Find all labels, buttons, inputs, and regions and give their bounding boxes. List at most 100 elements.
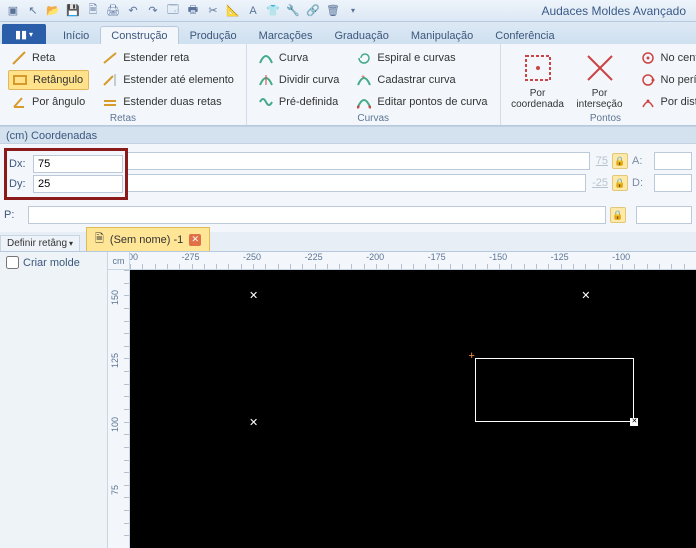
- line-icon: [12, 51, 26, 65]
- ruler-v-tick: 100: [110, 417, 120, 432]
- extend-to-icon: [103, 73, 117, 87]
- cmd-curva-label: Curva: [279, 52, 308, 64]
- canvas-rectangle[interactable]: [475, 358, 635, 421]
- redo-icon[interactable]: ↷: [144, 2, 162, 20]
- new-icon[interactable]: 🗎: [84, 2, 102, 20]
- canvas-marker[interactable]: ✕: [581, 289, 590, 303]
- cmd-estender-ate[interactable]: Estender até elemento: [99, 70, 238, 90]
- tab-inicio[interactable]: Início: [52, 26, 100, 44]
- coord-highlight-box: Dx: Dy:: [4, 148, 128, 200]
- open-icon[interactable]: 📂: [44, 2, 62, 20]
- distance-icon: [641, 95, 655, 109]
- tab-producao[interactable]: Produção: [179, 26, 248, 44]
- undo-icon[interactable]: ↶: [124, 2, 142, 20]
- angle-icon: [12, 95, 26, 109]
- rectangle-icon: [13, 73, 27, 87]
- print-icon[interactable]: 🖨: [104, 2, 122, 20]
- no-cent-label: No cent: [661, 52, 696, 64]
- ruler-icon[interactable]: 📐: [224, 2, 242, 20]
- cmd-editar[interactable]: Editar pontos de curva: [353, 92, 491, 112]
- ruler-h-tick: -125: [551, 252, 569, 262]
- d-label: D:: [632, 177, 650, 189]
- cmd-no-peri[interactable]: No perí: [637, 70, 696, 90]
- tab-graduacao[interactable]: Graduação: [323, 26, 399, 44]
- cmd-porangulo-label: Por ângulo: [32, 96, 85, 108]
- group-retas-label: Retas: [0, 113, 246, 124]
- cmd-espiral[interactable]: Espiral e curvas: [353, 48, 491, 68]
- document-tab-label: (Sem nome) -1: [110, 234, 183, 246]
- cmd-retangulo[interactable]: Retângulo: [8, 70, 89, 90]
- tshirt-icon[interactable]: 👕: [264, 2, 282, 20]
- criar-molde-checkbox[interactable]: [6, 256, 19, 269]
- file-tab[interactable]: ▮▮▾: [2, 24, 46, 44]
- cmd-no-cent[interactable]: No cent: [637, 48, 696, 68]
- dropdown-icon[interactable]: ▾: [344, 2, 362, 20]
- criar-molde-option[interactable]: Criar molde: [6, 256, 101, 269]
- dx-ghost: 75: [596, 155, 608, 167]
- perimeter-icon: [641, 73, 655, 87]
- cmd-estender-reta-label: Estender reta: [123, 52, 189, 64]
- tool-icon[interactable]: 🔧: [284, 2, 302, 20]
- cut-icon[interactable]: ✂: [204, 2, 222, 20]
- intersect-icon: [584, 52, 616, 84]
- cmd-reta-label: Reta: [32, 52, 55, 64]
- dx-lock-icon[interactable]: 🔒: [612, 153, 628, 169]
- cmd-cadastrar[interactable]: + Cadastrar curva: [353, 70, 491, 90]
- arrow-icon[interactable]: ↖: [24, 2, 42, 20]
- save-icon[interactable]: 💾: [64, 2, 82, 20]
- ruler-h-tick: -225: [305, 252, 323, 262]
- close-icon[interactable]: ✕: [189, 234, 201, 246]
- app-title: Audaces Moldes Avançado: [541, 4, 692, 18]
- ribbon-body: Reta Retângulo Por ângulo Estender reta …: [0, 44, 696, 126]
- document-tab[interactable]: 🗎 (Sem nome) -1 ✕: [86, 227, 210, 251]
- cmd-retangulo-label: Retângulo: [33, 74, 83, 86]
- tab-conferencia[interactable]: Conferência: [484, 26, 565, 44]
- cmd-predef-label: Pré-definida: [279, 96, 338, 108]
- por-inter-label: Por interseção: [571, 88, 629, 110]
- cmd-porangulo[interactable]: Por ângulo: [8, 92, 89, 112]
- cmd-estender-duas[interactable]: Estender duas retas: [99, 92, 238, 112]
- curve-icon: [259, 51, 273, 65]
- dy-lock-icon[interactable]: 🔒: [612, 175, 628, 191]
- coord-icon: [522, 52, 554, 84]
- p-input[interactable]: [28, 206, 606, 224]
- resize-handle[interactable]: [630, 418, 638, 426]
- cmd-por-intersecao[interactable]: Por interseção: [571, 48, 629, 110]
- canvas-marker[interactable]: ✕: [249, 289, 258, 303]
- doc-icon: 🗎: [95, 230, 104, 249]
- tab-marcacoes[interactable]: Marcações: [248, 26, 324, 44]
- cmd-predef[interactable]: Pré-definida: [255, 92, 344, 112]
- ruler-h-tick: -200: [366, 252, 384, 262]
- canvas-marker[interactable]: ✕: [249, 416, 258, 430]
- app-menu-icon[interactable]: ▣: [4, 2, 22, 20]
- cmd-dividir[interactable]: Dividir curva: [255, 70, 344, 90]
- ruler-h-tick: -175: [428, 252, 446, 262]
- drawing-canvas[interactable]: ✕ ✕ ✕ +: [130, 270, 696, 548]
- tab-construcao[interactable]: Construção: [100, 26, 178, 44]
- document-tabs: Definir retâng ▾ 🗎 (Sem nome) -1 ✕: [0, 232, 696, 252]
- coord-panel-title: (cm) Coordenadas: [0, 126, 696, 144]
- rect-origin-marker: +: [469, 350, 475, 362]
- dx-label: Dx:: [9, 158, 29, 170]
- quick-access-toolbar: ▣ ↖ 📂 💾 🗎 🖨 ↶ ↷ 🗔 🖶 ✂ 📐 A 👕 🔧 🔗 🗑 ▾ Auda…: [0, 0, 696, 22]
- left-tool-tab[interactable]: Definir retâng ▾: [0, 235, 80, 251]
- cmd-por-dist[interactable]: Por dist: [637, 92, 696, 112]
- text-icon[interactable]: A: [244, 2, 262, 20]
- preset-icon: [259, 95, 273, 109]
- plot-icon[interactable]: 🖶: [184, 2, 202, 20]
- ruler-vertical: 1501251007550: [108, 270, 130, 548]
- dy-input[interactable]: [33, 175, 123, 193]
- tab-manipulacao[interactable]: Manipulação: [400, 26, 484, 44]
- cmd-estender-reta[interactable]: Estender reta: [99, 48, 238, 68]
- export-icon[interactable]: 🗔: [164, 2, 182, 20]
- link-icon[interactable]: 🔗: [304, 2, 322, 20]
- cmd-por-coordenada[interactable]: Por coordenada: [509, 48, 567, 110]
- workspace: Criar molde cm -300-275-250-225-200-175-…: [0, 252, 696, 548]
- dy-label: Dy:: [9, 178, 29, 190]
- dx-input[interactable]: [33, 155, 123, 173]
- trash-icon[interactable]: 🗑: [324, 2, 342, 20]
- cmd-curva[interactable]: Curva: [255, 48, 344, 68]
- cmd-reta[interactable]: Reta: [8, 48, 89, 68]
- ruler-v-tick: 150: [110, 290, 120, 305]
- p-lock-icon[interactable]: 🔒: [610, 207, 626, 223]
